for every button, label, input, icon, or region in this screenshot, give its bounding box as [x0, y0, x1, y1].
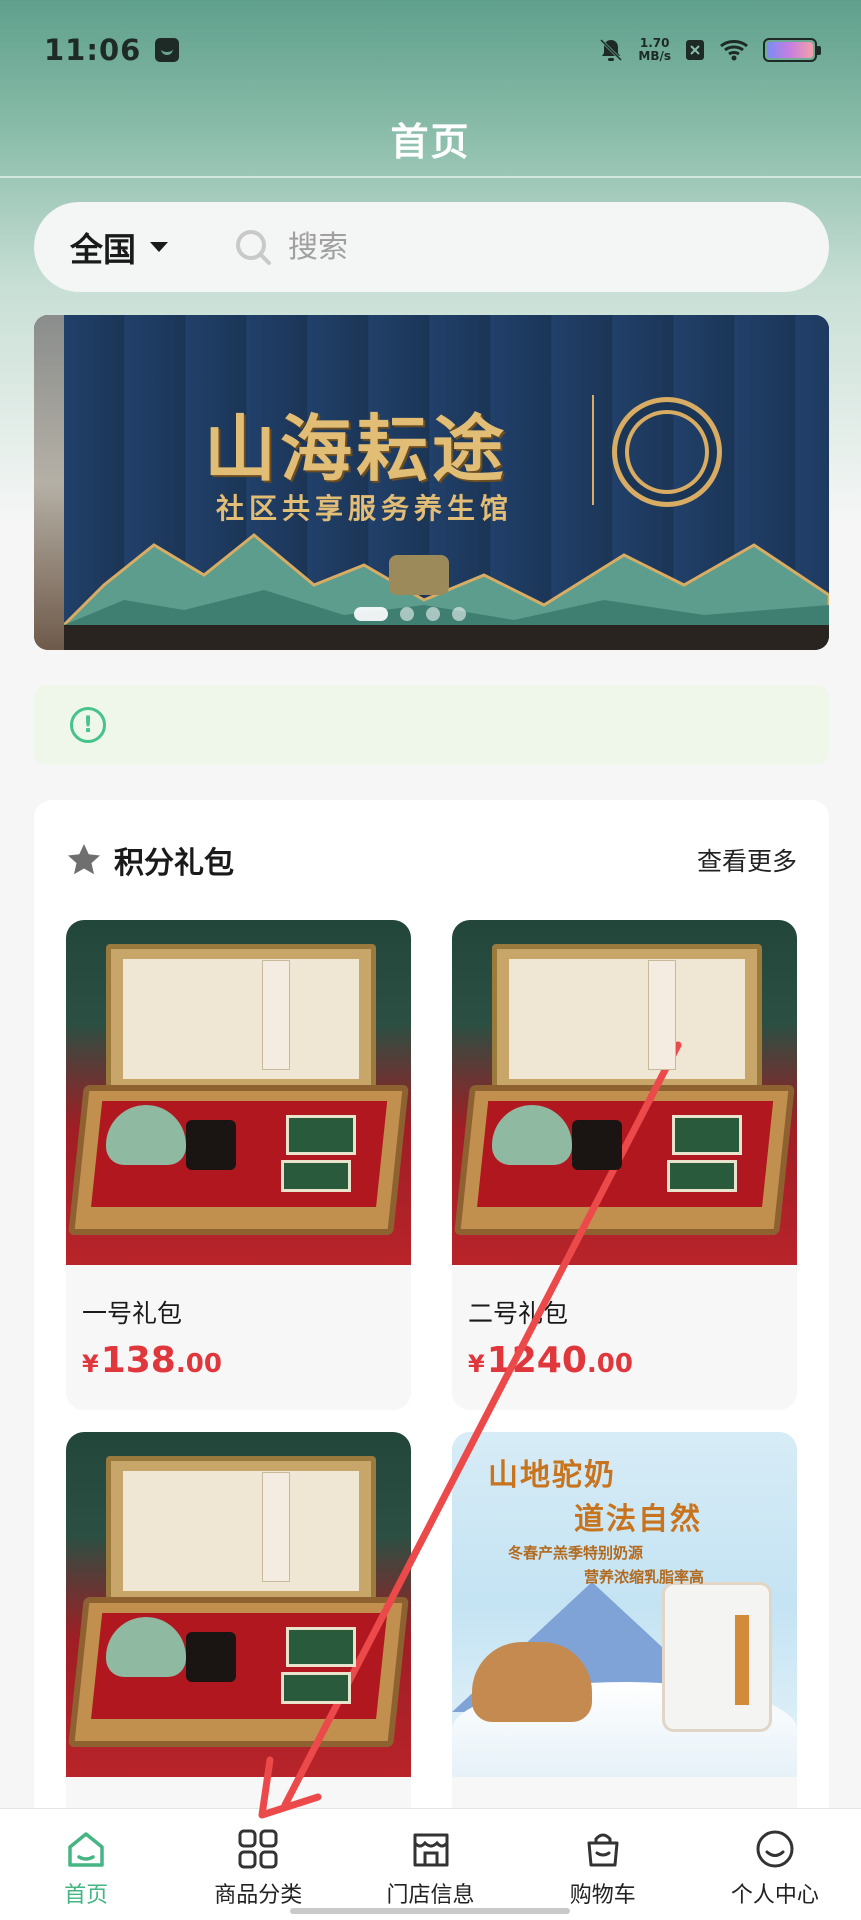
- bottom-tab-bar: 首页 商品分类 门店信息 购物车 个人中心: [0, 1808, 861, 1920]
- banner-carousel[interactable]: 山海耘途 社区共享服务养生馆: [34, 315, 829, 650]
- product-name: 一号礼包: [82, 1299, 183, 1328]
- product-card[interactable]: 一号礼包 ¥ 138 .00: [66, 920, 411, 1410]
- gift-tag: [262, 1472, 290, 1582]
- price-currency: ¥: [468, 1350, 485, 1378]
- product-card[interactable]: [66, 1432, 411, 1832]
- tab-label: 购物车: [569, 1883, 636, 1908]
- region-label: 全国: [70, 230, 136, 269]
- promo-title-1: 山地驼奶: [488, 1458, 616, 1493]
- carousel-dot[interactable]: [400, 607, 414, 621]
- tab-label: 首页: [64, 1883, 109, 1908]
- tab-category[interactable]: 商品分类: [172, 1809, 344, 1920]
- wifi-icon: [720, 40, 748, 61]
- tab-label: 个人中心: [730, 1883, 819, 1908]
- gift-package: [281, 1160, 351, 1192]
- status-bar: 11:06 1.70 MB/s: [0, 0, 861, 100]
- price-decimal: .00: [586, 1349, 633, 1379]
- tab-home[interactable]: 首页: [0, 1809, 172, 1920]
- section-title: 积分礼包: [114, 846, 234, 881]
- gift-box-lid: [106, 1456, 376, 1606]
- grid-icon: [238, 1829, 278, 1869]
- smile-icon: [756, 1830, 794, 1868]
- banner-subtitle: 社区共享服务养生馆: [216, 492, 514, 525]
- store-icon: [413, 1833, 448, 1867]
- product-image: 山地驼奶 道法自然 冬春产羔季特别奶源 营养浓缩乳脂率高: [452, 1432, 797, 1777]
- small-pot: [186, 1120, 236, 1170]
- tab-cart[interactable]: 购物车: [517, 1809, 689, 1920]
- caret-down-icon: [150, 242, 168, 252]
- banner-base: [64, 625, 829, 650]
- gift-package: [286, 1115, 356, 1155]
- product-price: ¥ 1240 .00: [468, 1340, 633, 1381]
- carousel-indicator: [354, 607, 466, 621]
- small-pot: [572, 1120, 622, 1170]
- promo-title-2: 道法自然: [574, 1502, 702, 1537]
- banner-cloud-logo: [612, 397, 722, 507]
- promo-line-1: 冬春产羔季特别奶源: [508, 1544, 644, 1562]
- tab-label: 商品分类: [214, 1883, 303, 1908]
- camel-figure: [472, 1642, 592, 1722]
- milk-powder-can: [662, 1582, 772, 1732]
- gift-package: [667, 1160, 737, 1192]
- section-header: 积分礼包 查看更多: [66, 838, 797, 882]
- product-card[interactable]: 山地驼奶 道法自然 冬春产羔季特别奶源 营养浓缩乳脂率高: [452, 1432, 797, 1832]
- network-speed-unit: MB/s: [638, 49, 671, 63]
- gift-package: [286, 1627, 356, 1667]
- status-right: 1.70 MB/s: [598, 37, 821, 63]
- battery-icon: [763, 38, 821, 62]
- product-price: ¥ 138 .00: [82, 1340, 222, 1381]
- gift-box-lid: [492, 944, 762, 1094]
- page-title: 首页: [390, 119, 471, 164]
- price-integer: 1240: [486, 1340, 587, 1381]
- price-decimal: .00: [175, 1349, 222, 1379]
- carousel-dot[interactable]: [452, 607, 466, 621]
- gift-tag: [262, 960, 290, 1070]
- banner-divider: [592, 395, 594, 505]
- search-icon: [236, 230, 271, 265]
- search-bar: 全国: [34, 202, 829, 292]
- gift-tag: [648, 960, 676, 1070]
- info-alert-icon: !: [70, 707, 106, 743]
- view-more-link[interactable]: 查看更多: [697, 842, 797, 878]
- home-icon: [68, 1832, 104, 1867]
- product-card[interactable]: 二号礼包 ¥ 1240 .00: [452, 920, 797, 1410]
- tab-label: 门店信息: [386, 1883, 475, 1908]
- price-currency: ¥: [82, 1350, 99, 1378]
- promo-line-2: 营养浓缩乳脂率高: [584, 1568, 705, 1586]
- status-time: 11:06: [44, 33, 142, 67]
- product-image: [452, 920, 797, 1265]
- price-integer: 138: [100, 1340, 176, 1381]
- gift-package: [281, 1672, 351, 1704]
- battery-level: [767, 42, 813, 58]
- sim-icon: [686, 40, 704, 60]
- search-input[interactable]: [288, 229, 668, 265]
- star-icon: [68, 844, 100, 875]
- notice-bar[interactable]: !: [34, 685, 829, 765]
- tab-store[interactable]: 门店信息: [344, 1809, 516, 1920]
- region-selector[interactable]: 全国: [70, 223, 168, 271]
- section-title-wrap: 积分礼包: [66, 838, 234, 882]
- banner-prev-slide-edge: [34, 315, 64, 650]
- points-gift-section: 积分礼包 查看更多 一号礼包 ¥ 138 .00 二号礼包 ¥ 1240 .00…: [34, 800, 829, 1920]
- bag-icon: [587, 1833, 619, 1867]
- gift-box-lid: [106, 944, 376, 1094]
- banner-title: 山海耘途: [204, 406, 509, 491]
- small-pot: [186, 1632, 236, 1682]
- carousel-dot[interactable]: [354, 607, 388, 621]
- home-indicator: [290, 1908, 570, 1914]
- title-bar: 首页: [0, 100, 861, 178]
- product-name: 二号礼包: [468, 1299, 569, 1328]
- network-speed: 1.70 MB/s: [638, 37, 671, 63]
- tab-profile[interactable]: 个人中心: [689, 1809, 861, 1920]
- carousel-dot[interactable]: [426, 607, 440, 621]
- message-icon: [155, 38, 180, 62]
- product-image: [66, 1432, 411, 1777]
- search-field[interactable]: [234, 228, 668, 266]
- mute-bell-icon: [600, 38, 623, 62]
- status-left: 11:06: [44, 33, 180, 67]
- product-image: [66, 920, 411, 1265]
- gift-package: [672, 1115, 742, 1155]
